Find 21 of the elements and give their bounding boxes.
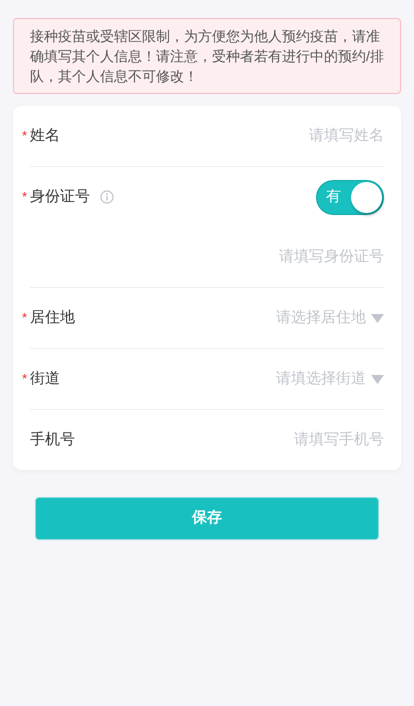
- select-field[interactable]: 请填选择街道: [60, 368, 384, 390]
- required-mark: *: [22, 127, 28, 146]
- select-field[interactable]: 请选择居住地: [75, 306, 384, 330]
- field-label: 身份证号: [30, 186, 90, 207]
- caret-down-icon: [371, 374, 384, 384]
- toggle-knob: [351, 182, 382, 212]
- required-mark: *: [22, 309, 28, 328]
- input-field[interactable]: 请填写手机号: [75, 428, 384, 452]
- field-label: 街道: [30, 368, 60, 389]
- required-mark: *: [22, 370, 28, 388]
- notice-banner: 接种疫苗或受辖区限制，为方便您为他人预约疫苗，请准确填写其个人信息！请注意，受种者若有进行中的预约/排队，其个人信息不可修改！: [13, 18, 401, 94]
- save-button[interactable]: 保存: [35, 497, 379, 540]
- caret-down-icon: [371, 314, 384, 322]
- required-mark: *: [22, 188, 28, 206]
- toggle-switch[interactable]: 有: [316, 180, 384, 214]
- field-label: 姓名: [30, 126, 60, 146]
- field-label: 居住地: [30, 308, 75, 328]
- info-icon[interactable]: [100, 190, 114, 204]
- field-label: 手机号: [30, 430, 75, 450]
- input-field[interactable]: 请填写姓名: [60, 124, 384, 148]
- input-field[interactable]: 请填写身份证号: [30, 246, 384, 268]
